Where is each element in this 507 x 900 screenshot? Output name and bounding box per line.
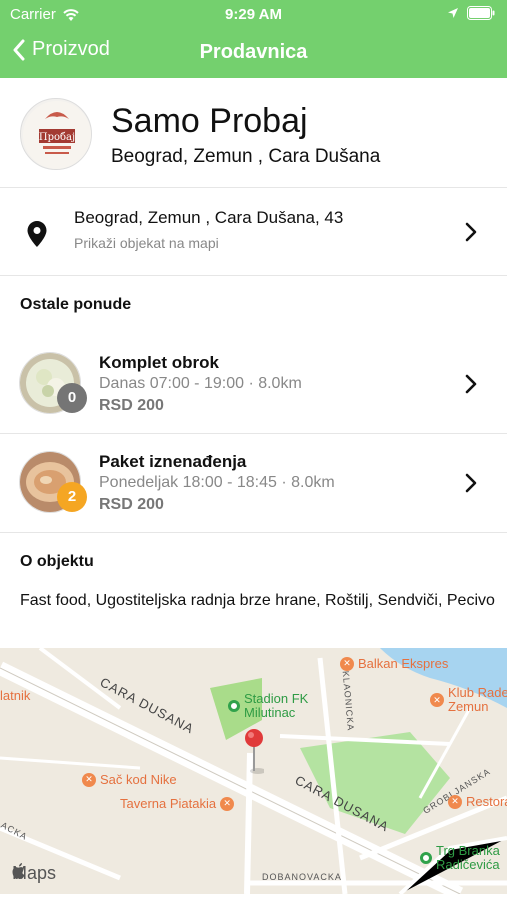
stadium-icon: [228, 700, 240, 712]
back-button[interactable]: Proizvod: [12, 38, 110, 61]
poi-label: Stadion FK Milutinac: [244, 691, 309, 720]
address-text: Beograd, Zemun , Cara Dušana, 43: [74, 208, 344, 227]
about-text: Fast food, Ugostiteljska radnja brze hra…: [20, 592, 495, 609]
offer-item[interactable]: 2 Paket iznenađenja Ponedeljak 18:00 - 1…: [0, 433, 507, 533]
battery-icon: [467, 6, 495, 20]
apple-logo-icon: [12, 863, 25, 879]
poi-label: Klub Rade Zemun: [448, 685, 507, 714]
location-arrow-icon: [448, 8, 458, 18]
map-poi[interactable]: ✕ Restora: [448, 794, 507, 809]
offer-time: Ponedeljak 18:00 - 18:45 · 8.0km: [99, 474, 335, 491]
store-name: Samo Probaj: [111, 102, 308, 140]
map-poi[interactable]: ✕ Sač kod Nike: [82, 772, 177, 787]
restaurant-icon: ✕: [448, 794, 462, 809]
poi-label: Trg Branka Radičevića: [436, 843, 500, 872]
store-header: Пробај Samo Probaj Beograd, Zemun , Cara…: [0, 78, 507, 188]
poi-label: Balkan Ekspres: [358, 656, 449, 671]
back-label: Proizvod: [32, 38, 110, 60]
poi-label: latnik: [0, 688, 31, 703]
navigation-bar: Proizvod Prodavnica: [0, 30, 507, 78]
show-on-map-link: Prikaži objekat na mapi: [74, 235, 219, 251]
transit-icon: [420, 852, 432, 864]
offer-price: RSD 200: [99, 496, 164, 513]
offer-price: RSD 200: [99, 397, 164, 414]
offer-item[interactable]: 0 Komplet obrok Danas 07:00 - 19:00 · 8.…: [0, 334, 507, 434]
store-logo-graphic: Пробај: [23, 101, 91, 169]
poi-label: Taverna Piatakia: [120, 796, 217, 811]
maps-attribution: Maps: [12, 863, 56, 884]
restaurant-icon: ✕: [430, 693, 444, 707]
chevron-right-icon: [465, 473, 477, 493]
address-row[interactable]: Beograd, Zemun , Cara Dušana, 43 Prikaži…: [0, 188, 507, 276]
street-label: DOBANOVACKA: [262, 872, 342, 882]
restaurant-icon: ✕: [220, 796, 235, 811]
restaurant-icon: ✕: [82, 772, 96, 787]
restaurant-icon: ✕: [340, 656, 354, 671]
about-title: O objektu: [20, 553, 94, 570]
map-poi[interactable]: ✕ Balkan Ekspres: [340, 656, 448, 671]
location-pin-icon: [27, 221, 47, 247]
logo-text: Пробај: [39, 132, 75, 143]
status-right: [447, 6, 495, 20]
other-offers-title: Ostale ponude: [20, 296, 132, 313]
map-view[interactable]: CARA DUSANA CARA DUSANA KLAONICKA GROBLJ…: [0, 648, 507, 894]
map-poi[interactable]: Stadion FK Milutinac: [228, 692, 324, 720]
map-poi[interactable]: Trg Branka Radičevića: [420, 844, 506, 872]
chevron-right-icon: [465, 374, 477, 394]
map-poi[interactable]: latnik: [0, 688, 30, 703]
map-poi[interactable]: ✕ Klub Rade Zemun: [430, 686, 507, 714]
status-bar: Carrier 9:29 AM: [0, 0, 507, 30]
offer-name: Paket iznenađenja: [99, 452, 247, 471]
status-time: 9:29 AM: [225, 6, 282, 23]
map-pin-icon[interactable]: [244, 728, 264, 774]
offer-count-badge: 0: [57, 383, 87, 413]
offer-time: Danas 07:00 - 19:00 · 8.0km: [99, 375, 302, 392]
offer-count-badge: 2: [57, 482, 87, 512]
store-logo: Пробај: [20, 98, 92, 170]
poi-label: Sač kod Nike: [100, 772, 177, 787]
offer-name: Komplet obrok: [99, 353, 219, 372]
poi-label: Restora: [466, 794, 507, 809]
map-poi[interactable]: ✕ Taverna Piatakia: [120, 796, 235, 811]
chevron-left-icon: [13, 39, 25, 60]
chevron-right-icon: [465, 222, 477, 242]
store-location: Beograd, Zemun , Cara Dušana: [111, 146, 381, 167]
